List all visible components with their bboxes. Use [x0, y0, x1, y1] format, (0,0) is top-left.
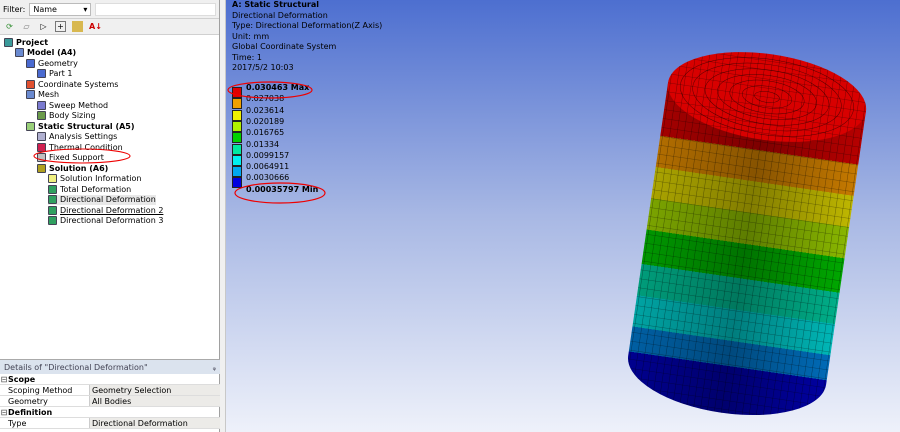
graphics-viewport[interactable]: A: Static Structural Directional Deforma… — [33, 0, 900, 432]
details-row[interactable]: Type Directional Deformation — [0, 418, 220, 429]
tree-node-icon — [26, 79, 35, 89]
details-title: Details of "Directional Deformation" — [4, 362, 148, 372]
tree-node-icon — [48, 195, 57, 204]
tree-node-icon — [15, 48, 24, 57]
tree-node-icon — [48, 174, 57, 183]
tree-node-icon — [26, 90, 35, 99]
tree-node-icon — [37, 100, 46, 110]
tree-item-label: Directional Deformation 3 — [60, 216, 164, 225]
outline-tree: Project Model (A4) Geometry Part 1 Coordinat… — [0, 35, 219, 355]
plus-icon[interactable]: + — [55, 21, 66, 32]
tree-item-label: Model (A4) — [27, 48, 77, 57]
details-row[interactable]: Scoping Method Geometry Selection — [0, 385, 220, 396]
tree-item[interactable]: Directional Deformation 3 — [48, 216, 163, 226]
tree-item-label: Directional Deformation 2 — [60, 205, 164, 215]
tree-node-icon — [26, 121, 35, 131]
tree-item[interactable]: Total Deformation — [48, 184, 131, 194]
property-value[interactable]: Geometry Selection — [90, 385, 220, 395]
tree-item[interactable]: Solution (A6) — [37, 163, 108, 173]
tree-item[interactable]: Thermal Condition — [37, 142, 123, 152]
tree-toolbar: ⟳ ▱ ▷ + A↓ — [0, 19, 219, 35]
details-group-header[interactable]: ⊟ Scope — [0, 374, 220, 385]
tree-item[interactable]: Static Structural (A5) — [26, 121, 135, 131]
tree-item[interactable]: Mesh — [26, 90, 59, 100]
cylinder-model[interactable] — [226, 0, 900, 432]
chevron-down-icon: ▾ — [83, 4, 88, 14]
property-name: Geometry — [0, 396, 90, 406]
group-name: Scope — [8, 374, 36, 384]
collapse-icon[interactable]: ⊟ — [0, 408, 8, 417]
property-value[interactable]: Directional Deformation — [90, 418, 220, 428]
pin-icon[interactable]: ᵩ — [213, 363, 216, 372]
tree-item[interactable]: Solution Information — [48, 174, 141, 184]
sort-az-icon[interactable]: A↓ — [89, 21, 102, 32]
tree-item-label: Solution Information — [60, 174, 142, 183]
filter-value: Name — [33, 4, 57, 14]
tree-item-label: Analysis Settings — [49, 132, 118, 141]
tree-item[interactable]: Model (A4) — [15, 48, 76, 58]
tree-item-label: Sweep Method — [49, 100, 109, 110]
tree-node-icon — [37, 142, 46, 152]
tree-node-icon — [37, 153, 46, 162]
details-row[interactable]: Geometry All Bodies — [0, 396, 220, 407]
left-panel: Filter: Name ▾ ⟳ ▱ ▷ + A↓ Project Model (A… — [0, 0, 220, 432]
filter-label: Filter: — [3, 4, 26, 14]
tree-node-icon — [26, 58, 35, 68]
tree-item-label: Mesh — [38, 90, 60, 99]
filter-bar: Filter: Name ▾ — [0, 0, 219, 19]
tree-node-icon — [48, 216, 57, 225]
tree-item[interactable]: Directional Deformation — [48, 194, 156, 205]
tree-node-icon — [37, 111, 46, 120]
tree-item[interactable]: Project — [4, 37, 48, 47]
tree-node-icon — [37, 132, 46, 141]
folder-icon[interactable] — [72, 21, 83, 32]
tree-node-icon — [4, 37, 13, 47]
tree-item-label: Fixed Support — [49, 153, 104, 162]
tree-item[interactable]: Fixed Support — [37, 153, 104, 163]
filter-input[interactable] — [95, 2, 216, 16]
expand-icon[interactable]: ▱ — [21, 21, 32, 32]
tree-item-label: Thermal Condition — [49, 142, 123, 152]
tree-item-label: Static Structural (A5) — [38, 121, 135, 131]
tree-item-label: Coordinate Systems — [38, 79, 119, 89]
tree-item[interactable]: Geometry — [26, 58, 78, 68]
tree-node-icon — [48, 184, 57, 194]
tree-item-label: Geometry — [38, 58, 78, 68]
tree-item[interactable]: Analysis Settings — [37, 132, 117, 142]
tree-item[interactable]: Part 1 — [37, 69, 72, 79]
tree-item-label: Part 1 — [49, 69, 73, 78]
details-group-header[interactable]: ⊟ Definition — [0, 407, 220, 418]
property-value[interactable]: All Bodies — [90, 396, 220, 406]
tree-node-icon — [48, 205, 57, 215]
tree-node-icon — [37, 69, 46, 78]
collapse-icon[interactable]: ⊟ — [0, 375, 8, 384]
tree-node-icon — [37, 163, 46, 173]
tree-item-label: Total Deformation — [60, 184, 132, 194]
tree-item[interactable]: Coordinate Systems — [26, 79, 118, 89]
property-name: Scoping Method — [0, 385, 90, 395]
tree-item[interactable]: Body Sizing — [37, 111, 96, 121]
tree-item-label: Directional Deformation — [60, 195, 156, 204]
filter-select[interactable]: Name ▾ — [29, 2, 92, 16]
details-panel: Details of "Directional Deformation" ᵩ ⊟ S… — [0, 359, 220, 432]
tree-item[interactable]: Directional Deformation 2 — [48, 205, 163, 215]
refresh-icon[interactable]: ⟳ — [4, 21, 15, 32]
property-name: Type — [0, 418, 90, 428]
group-name: Definition — [8, 407, 53, 417]
tree-item-label: Body Sizing — [49, 111, 96, 120]
tree-item-label: Project — [16, 37, 49, 47]
tree-item[interactable]: Sweep Method — [37, 100, 108, 110]
tree-item-label: Solution (A6) — [49, 163, 109, 173]
suppress-icon[interactable]: ▷ — [38, 21, 49, 32]
